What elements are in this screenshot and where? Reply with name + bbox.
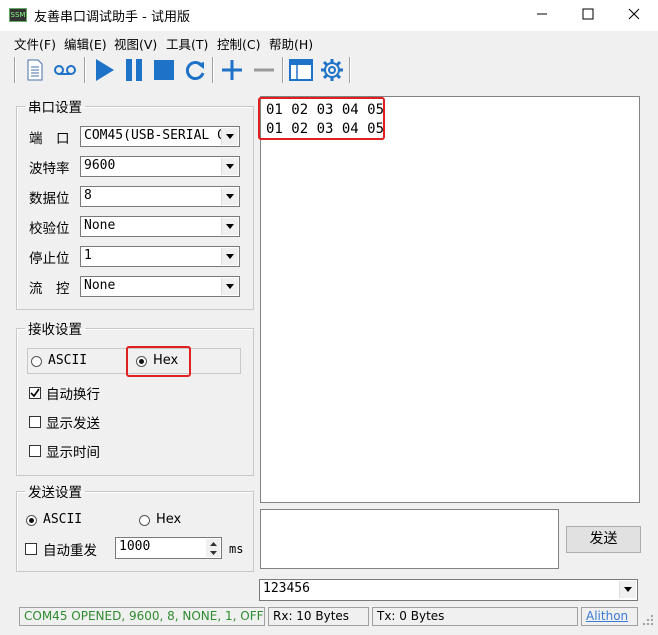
chevron-down-icon[interactable]: [221, 158, 238, 175]
data-bits-value: 8: [84, 188, 92, 203]
port-select[interactable]: COM45(USB-SERIAL CH340): [80, 126, 240, 147]
data-bits-select[interactable]: 8: [80, 186, 240, 207]
title-bar: SSM 友善串口调试助手 - 试用版: [0, 0, 658, 31]
window-title: 友善串口调试助手 - 试用版: [34, 10, 190, 25]
stop-bits-value: 1: [84, 248, 92, 263]
spin-up-icon[interactable]: [206, 539, 220, 548]
auto-newline-label[interactable]: 自动换行: [46, 383, 100, 403]
menu-help[interactable]: 帮助(H): [269, 34, 313, 53]
toolbar-separator: [282, 57, 284, 83]
receive-ascii-radio[interactable]: [31, 356, 42, 367]
auto-newline-checkbox[interactable]: [29, 387, 41, 399]
menu-edit[interactable]: 编辑(E): [64, 34, 107, 53]
send-ascii-label[interactable]: ASCII: [43, 512, 82, 527]
rx-count: Rx: 10 Bytes: [268, 607, 369, 626]
document-icon[interactable]: [22, 57, 48, 83]
toolbar-separator: [14, 57, 16, 83]
add-icon[interactable]: [219, 57, 245, 83]
toolbar-separator: [212, 57, 214, 83]
toolbar: [0, 53, 658, 87]
show-send-checkbox[interactable]: [29, 416, 41, 428]
toolbar-separator: [84, 57, 86, 83]
close-icon[interactable]: [611, 0, 657, 31]
receive-settings-title: 接收设置: [28, 322, 82, 338]
pause-icon[interactable]: [121, 57, 147, 83]
window-icon[interactable]: [288, 57, 314, 83]
auto-resend-label[interactable]: 自动重发: [43, 539, 97, 559]
baud-rate-label: 波特率: [29, 161, 70, 177]
resend-interval-value: 1000: [119, 539, 151, 554]
remove-icon[interactable]: [251, 57, 277, 83]
port-value: COM45(USB-SERIAL CH340): [84, 128, 221, 143]
send-history-value: 123456: [263, 581, 310, 596]
stop-icon[interactable]: [151, 57, 177, 83]
chevron-down-icon[interactable]: [221, 218, 238, 235]
flow-control-value: None: [84, 278, 116, 293]
baud-rate-select[interactable]: 9600: [80, 156, 240, 177]
send-hex-radio[interactable]: [139, 515, 150, 526]
send-button[interactable]: 发送: [566, 526, 641, 553]
chevron-down-icon[interactable]: [619, 581, 636, 598]
interval-unit-label: ms: [229, 542, 244, 556]
stop-bits-select[interactable]: 1: [80, 246, 240, 267]
menu-file[interactable]: 文件(F): [14, 34, 56, 53]
chevron-down-icon[interactable]: [221, 278, 238, 295]
parity-label: 校验位: [29, 221, 70, 237]
menu-bar: 文件(F) 编辑(E) 视图(V) 工具(T) 控制(C) 帮助(H): [0, 31, 658, 53]
record-icon[interactable]: [52, 57, 78, 83]
connection-status: COM45 OPENED, 9600, 8, NONE, 1, OFF: [19, 607, 265, 626]
send-history-select[interactable]: 123456: [259, 579, 638, 601]
receive-data-highlight-box: [258, 97, 385, 140]
chevron-down-icon[interactable]: [221, 128, 238, 145]
receive-ascii-label[interactable]: ASCII: [48, 353, 87, 368]
show-send-label[interactable]: 显示发送: [46, 412, 100, 432]
serial-settings-title: 串口设置: [28, 100, 82, 116]
show-time-label[interactable]: 显示时间: [46, 441, 100, 461]
menu-control[interactable]: 控制(C): [217, 34, 260, 53]
refresh-icon[interactable]: [182, 57, 208, 83]
send-textarea[interactable]: [260, 509, 559, 569]
send-settings-title: 发送设置: [28, 485, 82, 501]
resend-interval-input[interactable]: 1000: [115, 537, 222, 559]
app-icon: SSM: [9, 8, 27, 22]
parity-select[interactable]: None: [80, 216, 240, 237]
hex-highlight-box: [126, 346, 191, 377]
stop-bits-label: 停止位: [29, 251, 70, 267]
resize-grip-icon[interactable]: [642, 614, 654, 626]
auto-resend-checkbox[interactable]: [25, 543, 37, 555]
chevron-down-icon[interactable]: [221, 188, 238, 205]
menu-tools[interactable]: 工具(T): [166, 34, 208, 53]
receive-textarea[interactable]: 01 02 03 04 05 01 02 03 04 05: [260, 96, 640, 503]
play-icon[interactable]: [91, 57, 117, 83]
toolbar-separator: [349, 57, 351, 83]
show-time-checkbox[interactable]: [29, 445, 41, 457]
data-bits-label: 数据位: [29, 191, 70, 207]
baud-rate-value: 9600: [84, 158, 116, 173]
parity-value: None: [84, 218, 116, 233]
port-label: 端 口: [29, 131, 70, 147]
chevron-down-icon[interactable]: [221, 248, 238, 265]
minimize-icon[interactable]: [519, 0, 565, 31]
send-hex-label[interactable]: Hex: [156, 512, 181, 527]
maximize-icon[interactable]: [565, 0, 611, 31]
flow-control-label: 流 控: [29, 281, 70, 297]
spin-down-icon[interactable]: [206, 548, 220, 557]
brand-link[interactable]: Alithon: [581, 607, 638, 626]
status-bar: COM45 OPENED, 9600, 8, NONE, 1, OFF Rx: …: [0, 604, 658, 635]
send-ascii-radio[interactable]: [26, 515, 37, 526]
tx-count: Tx: 0 Bytes: [372, 607, 578, 626]
flow-control-select[interactable]: None: [80, 276, 240, 297]
menu-view[interactable]: 视图(V): [114, 34, 157, 53]
settings-icon[interactable]: [319, 57, 345, 83]
